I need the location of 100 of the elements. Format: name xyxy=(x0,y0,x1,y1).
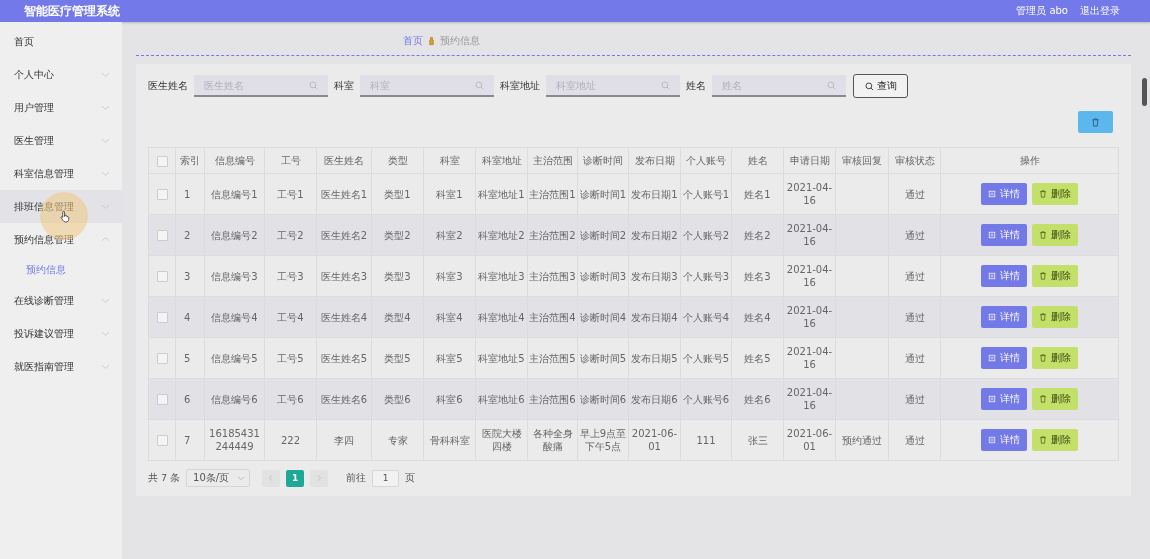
trash-icon xyxy=(1039,354,1047,362)
table-cell: 信息编号4 xyxy=(204,296,265,338)
page-size-select[interactable]: 10条/页 xyxy=(186,469,251,487)
table-cell: 6 xyxy=(175,378,205,420)
table-cell: 5 xyxy=(175,337,205,379)
table-cell: 信息编号5 xyxy=(204,337,265,379)
table-cell: 2021-04-16 xyxy=(783,255,836,297)
details-button[interactable]: 详情 xyxy=(981,183,1027,205)
menu-item[interactable]: 在线诊断管理 xyxy=(0,284,122,317)
details-button[interactable]: 详情 xyxy=(981,306,1027,328)
previous-page-button[interactable] xyxy=(262,469,281,487)
checkbox[interactable] xyxy=(156,435,168,446)
table-cell: 222 xyxy=(264,419,317,461)
field-label: 科室地址 xyxy=(500,79,540,93)
column-header: 工号 xyxy=(264,147,317,174)
search-icon xyxy=(827,81,836,90)
column-header: 索引 xyxy=(175,147,205,174)
document-icon xyxy=(988,395,996,403)
details-button[interactable]: 详情 xyxy=(981,224,1027,246)
column-header: 信息编号 xyxy=(204,147,265,174)
trash-icon xyxy=(1039,231,1047,239)
table-cell: 2021-04-16 xyxy=(783,296,836,338)
delete-button[interactable]: 删除 xyxy=(1032,183,1078,205)
page-input[interactable]: 1 xyxy=(372,469,400,487)
table-cell: 预约通过 xyxy=(835,419,889,461)
details-button[interactable]: 详情 xyxy=(981,265,1027,287)
table-cell: 2021-06-01 xyxy=(783,419,836,461)
document-icon xyxy=(988,231,996,239)
chevron-down-icon xyxy=(237,474,246,482)
checkbox[interactable] xyxy=(156,271,168,282)
query-button[interactable]: 查询 xyxy=(853,74,908,98)
details-button[interactable]: 详情 xyxy=(981,388,1027,410)
table-cell: 类型6 xyxy=(371,378,424,420)
table-cell: 工号5 xyxy=(264,337,317,379)
delete-button[interactable]: 删除 xyxy=(1032,224,1078,246)
menu-item[interactable]: 投诉建议管理 xyxy=(0,317,122,350)
menu-item[interactable]: 首页 xyxy=(0,25,122,58)
app-title: 智能医疗管理系统 xyxy=(24,2,120,20)
table-cell: 诊断时间2 xyxy=(577,214,629,256)
table-cell: 科室1 xyxy=(423,173,476,215)
table-cell: 科室地址4 xyxy=(475,296,528,338)
delete-button[interactable]: 删除 xyxy=(1032,306,1078,328)
checkbox[interactable] xyxy=(156,155,168,167)
table-cell: 主治范围3 xyxy=(527,255,578,297)
table-cell: 工号6 xyxy=(264,378,317,420)
checkbox[interactable] xyxy=(156,353,168,364)
table-cell: 工号2 xyxy=(264,214,317,256)
checkbox[interactable] xyxy=(156,230,168,241)
delete-button[interactable]: 删除 xyxy=(1032,265,1078,287)
table-cell: 工号1 xyxy=(264,173,317,215)
column-header: 姓名 xyxy=(731,147,784,174)
menu-item[interactable]: 用户管理 xyxy=(0,91,122,124)
table-cell: 医生姓名4 xyxy=(316,296,372,338)
table-cell: 类型2 xyxy=(371,214,424,256)
menu-item[interactable]: 医生管理 xyxy=(0,124,122,157)
toolbar-button[interactable] xyxy=(1078,111,1113,133)
menu-item[interactable]: 科室信息管理 xyxy=(0,157,122,190)
table-cell: 科室5 xyxy=(423,337,476,379)
table-cell: 科室3 xyxy=(423,255,476,297)
user-link[interactable]: 管理员 abo xyxy=(1016,4,1068,18)
table-cell: 类型4 xyxy=(371,296,424,338)
table-cell: 2021-04-16 xyxy=(783,173,836,215)
menu-item[interactable]: 个人中心 xyxy=(0,58,122,91)
table-cell: 信息编号1 xyxy=(204,173,265,215)
field-label: 医生姓名 xyxy=(148,79,188,93)
trash-icon xyxy=(1039,190,1047,198)
checkbox[interactable] xyxy=(156,189,168,200)
trash-icon xyxy=(1039,272,1047,280)
menu-item[interactable]: 预约信息管理 xyxy=(0,223,122,256)
column-header: 发布日期 xyxy=(628,147,681,174)
menu-item[interactable]: 就医指南管理 xyxy=(0,350,122,383)
table-cell: 信息编号6 xyxy=(204,378,265,420)
table-cell: 姓名6 xyxy=(731,378,784,420)
checkbox[interactable] xyxy=(156,312,168,323)
delete-button[interactable]: 删除 xyxy=(1032,429,1078,451)
hand-cursor-icon xyxy=(60,210,71,223)
column-header: 操作 xyxy=(940,147,1119,174)
table-cell: 医生姓名6 xyxy=(316,378,372,420)
delete-button[interactable]: 删除 xyxy=(1032,347,1078,369)
details-button[interactable]: 详情 xyxy=(981,347,1027,369)
next-page-button[interactable] xyxy=(310,469,329,487)
document-icon xyxy=(988,272,996,280)
delete-button[interactable]: 删除 xyxy=(1032,388,1078,410)
table-cell: 2021-06-01 xyxy=(628,419,681,461)
checkbox[interactable] xyxy=(156,394,168,405)
document-icon xyxy=(988,190,996,198)
table-cell: 主治范围2 xyxy=(527,214,578,256)
table-cell: 科室地址2 xyxy=(475,214,528,256)
logout-link[interactable]: 退出登录 xyxy=(1080,4,1120,18)
column-header: 类型 xyxy=(371,147,424,174)
bottle-icon xyxy=(427,36,436,46)
details-button[interactable]: 详情 xyxy=(981,429,1027,451)
column-header: 主治范围 xyxy=(527,147,578,174)
table-cell: 早上9点至下午5点 xyxy=(577,419,629,461)
breadcrumb-item: 预约信息 xyxy=(440,34,480,48)
trash-icon xyxy=(1091,117,1100,127)
table-cell: 发布日期3 xyxy=(628,255,681,297)
table-cell: 主治范围4 xyxy=(527,296,578,338)
menu-item[interactable]: 排班信息管理 xyxy=(0,190,122,223)
trash-icon xyxy=(1039,436,1047,444)
